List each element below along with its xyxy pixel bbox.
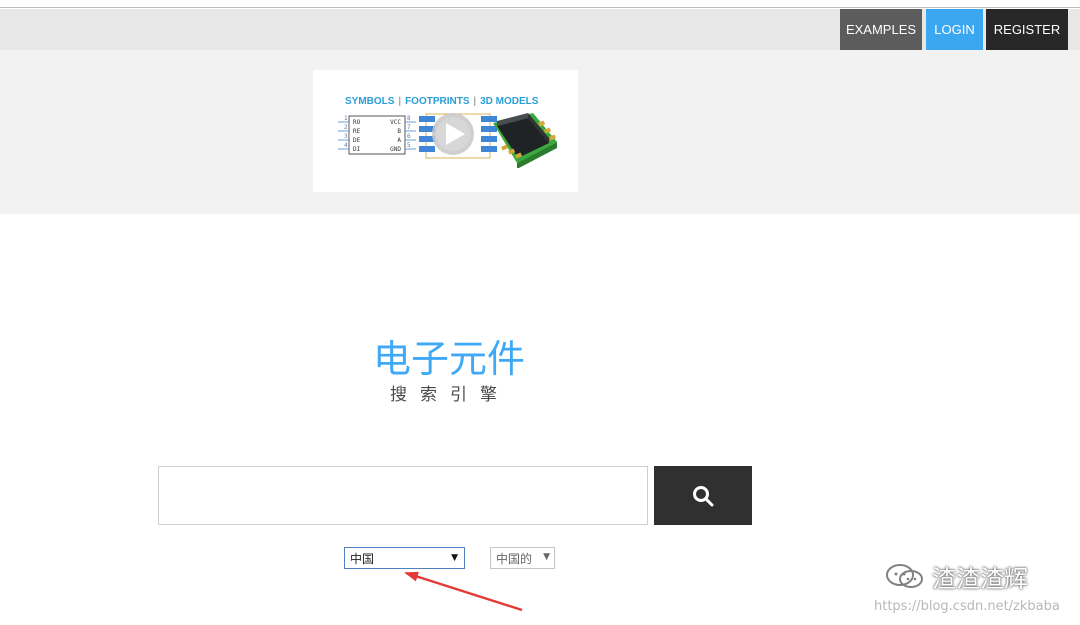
search-input[interactable] bbox=[158, 466, 648, 525]
pin-number: 5 bbox=[407, 142, 411, 149]
pin-number: 7 bbox=[407, 124, 411, 131]
country-select-value: 中国 bbox=[350, 552, 375, 566]
banner-footprints-label: FOOTPRINTS bbox=[405, 95, 470, 107]
logo-subtitle: 搜索引擎 bbox=[390, 385, 510, 405]
pin-name: B bbox=[397, 128, 401, 135]
watermark-url: https://blog.csdn.net/zkbaba bbox=[874, 599, 1060, 614]
pin-number: 8 bbox=[407, 115, 411, 122]
top-border bbox=[0, 0, 1080, 8]
pin-number: 2 bbox=[344, 124, 348, 131]
examples-button[interactable]: EXAMPLES bbox=[840, 9, 922, 50]
chevron-down-icon: ▼ bbox=[451, 553, 458, 563]
search-icon bbox=[693, 486, 714, 507]
annotation-arrow-icon bbox=[404, 571, 523, 612]
language-select-value: 中国的 bbox=[496, 552, 533, 566]
watermark-brand-text: 渣渣渣辉 bbox=[932, 564, 1028, 593]
chevron-down-icon: ▼ bbox=[543, 552, 550, 562]
pin-number: 6 bbox=[407, 133, 411, 140]
banner-3d-models-label: 3D MODELS bbox=[480, 95, 539, 107]
pin-number: 4 bbox=[344, 142, 348, 149]
search-button[interactable] bbox=[654, 466, 752, 525]
pin-name: DE bbox=[353, 137, 361, 144]
banner-artwork: 1 2 3 4 8 7 6 5 RO RE DE DI VCC B A GND bbox=[338, 113, 557, 168]
wechat-icon bbox=[886, 564, 923, 588]
schematic-symbol-icon: 1 2 3 4 8 7 6 5 RO RE DE DI VCC B A GND bbox=[338, 115, 416, 155]
play-icon[interactable] bbox=[432, 113, 474, 155]
country-select[interactable]: 中国 ▼ bbox=[344, 547, 465, 569]
pin-number: 3 bbox=[344, 133, 348, 140]
banner-headline: SYMBOLS | FOOTPRINTS | 3D MODELS bbox=[345, 93, 555, 109]
pin-name: GND bbox=[390, 146, 401, 153]
promo-banner[interactable]: SYMBOLS | FOOTPRINTS | 3D MODELS 1 2 3 4 bbox=[313, 70, 578, 192]
banner-symbols-label: SYMBOLS bbox=[345, 95, 395, 107]
pin-name: RE bbox=[353, 128, 361, 135]
logo-title: 电子元件 bbox=[373, 337, 526, 381]
pin-name: A bbox=[397, 137, 401, 144]
pin-name: VCC bbox=[390, 119, 401, 126]
register-button[interactable]: REGISTER bbox=[986, 9, 1068, 50]
chip-3d-model-icon bbox=[493, 113, 557, 168]
watermark-brand: 渣渣渣辉 bbox=[884, 560, 1054, 593]
banner-separator: | bbox=[473, 95, 477, 107]
pin-number: 1 bbox=[344, 115, 348, 122]
login-button[interactable]: LOGIN bbox=[926, 9, 983, 50]
pin-name: RO bbox=[353, 119, 361, 126]
pin-name: DI bbox=[353, 146, 361, 153]
language-select[interactable]: 中国的 ▼ bbox=[490, 547, 555, 569]
banner-separator: | bbox=[398, 95, 402, 107]
site-logo: 电子元件 搜索引擎 bbox=[356, 335, 556, 415]
